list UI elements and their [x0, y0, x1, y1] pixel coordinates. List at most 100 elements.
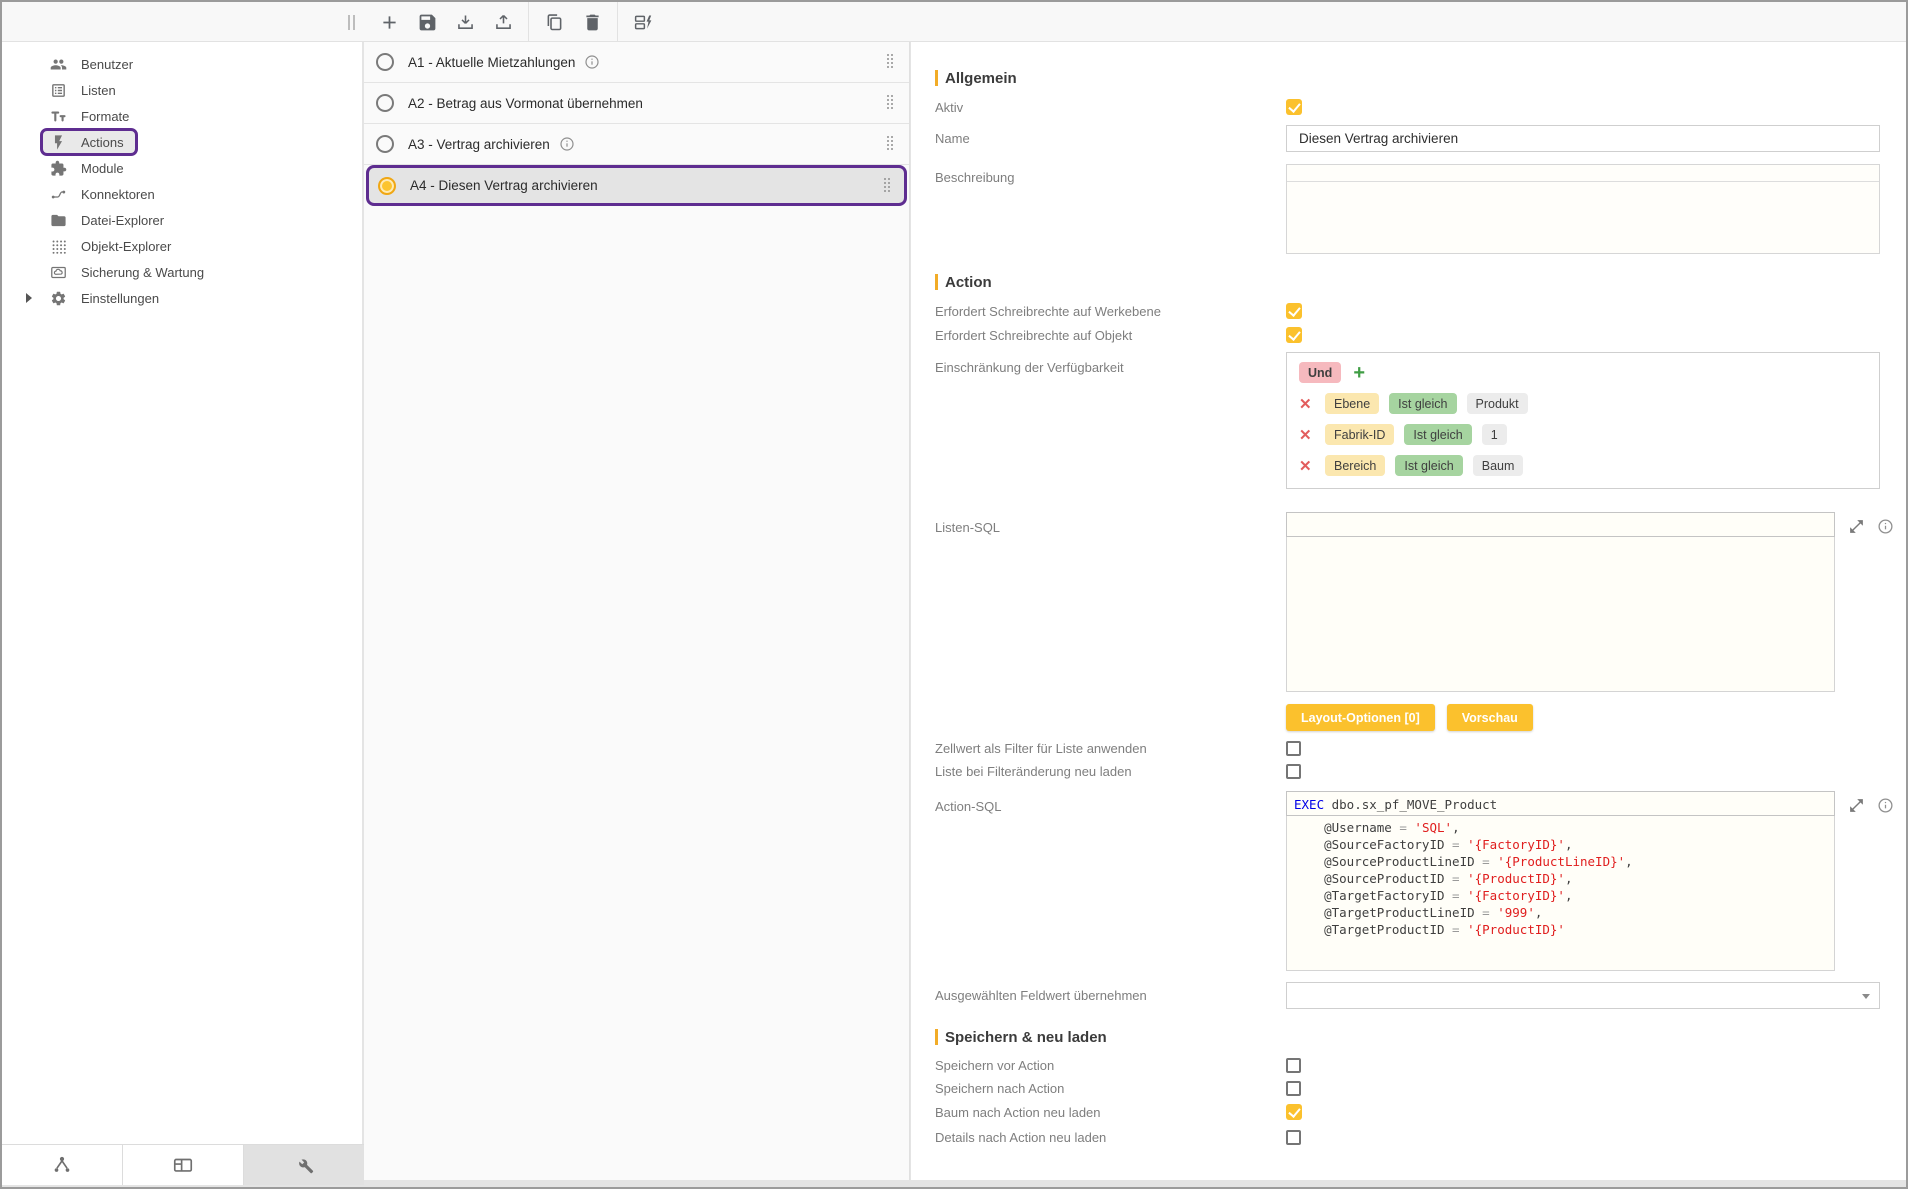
liste-neu-checkbox[interactable] [1286, 764, 1301, 779]
section-accent-bar [935, 1029, 938, 1045]
form-row-baum-neu-laden: Baum nach Action neu laden [935, 1104, 1880, 1120]
aktiv-checkbox[interactable] [1286, 99, 1302, 115]
remove-condition-icon[interactable]: ✕ [1299, 457, 1315, 475]
sidebar-item-sicherung[interactable]: Sicherung & Wartung [2, 259, 362, 285]
radio-button-selected[interactable] [378, 177, 396, 195]
zellwert-checkbox[interactable] [1286, 741, 1301, 756]
sidebar-item-listen[interactable]: Listen [2, 77, 362, 103]
form-row-speichern-vor: Speichern vor Action [935, 1058, 1880, 1073]
drag-handle[interactable] [884, 178, 892, 194]
action-list-row-a1[interactable]: A1 - Aktuelle Mietzahlungen [364, 42, 909, 83]
sidebar-item-formate[interactable]: Formate [2, 103, 362, 129]
save-button[interactable] [415, 10, 439, 34]
action-config-button[interactable] [631, 10, 655, 34]
info-icon[interactable] [584, 54, 600, 70]
form-row-werkebene: Erfordert Schreibrechte auf Werkebene [935, 303, 1880, 319]
expand-icon[interactable] [1848, 518, 1865, 535]
drag-handle[interactable] [887, 54, 895, 70]
form-row-feldwert: Ausgewählten Feldwert übernehmen [935, 982, 1880, 1009]
add-condition-icon[interactable]: + [1353, 363, 1365, 383]
condition-row: ✕ Fabrik-ID Ist gleich 1 [1299, 424, 1867, 445]
objekt-checkbox[interactable] [1286, 327, 1302, 343]
listen-sql-editor[interactable] [1286, 512, 1835, 692]
action-sql-editor[interactable]: EXEC dbo.sx_pf_MOVE_Product @Username = … [1286, 791, 1835, 971]
tab-panel-view[interactable] [123, 1145, 244, 1185]
radio-button[interactable] [376, 94, 394, 112]
speichern-vor-checkbox[interactable] [1286, 1058, 1301, 1073]
action-list-row-a3[interactable]: A3 - Vertrag archivieren [364, 124, 909, 165]
group-operator-chip[interactable]: Und [1299, 362, 1341, 383]
sidebar-item-label: Objekt-Explorer [81, 239, 171, 254]
app-window: Benutzer Listen Formate Actions Module K… [2, 2, 1906, 1187]
delete-button[interactable] [580, 10, 604, 34]
sidebar-item-konnektoren[interactable]: Konnektoren [2, 181, 362, 207]
section-accent-bar [935, 70, 938, 86]
sidebar-item-actions[interactable]: Actions [2, 129, 362, 155]
sidebar-item-label: Einstellungen [81, 291, 159, 306]
info-icon[interactable] [1877, 797, 1894, 814]
wrench-icon [293, 1154, 315, 1176]
condition-operator-chip[interactable]: Ist gleich [1395, 455, 1462, 476]
vorschau-button[interactable]: Vorschau [1447, 704, 1533, 731]
form-row-aktiv: Aktiv [935, 99, 1880, 115]
remove-condition-icon[interactable]: ✕ [1299, 395, 1315, 413]
condition-field-chip[interactable]: Bereich [1325, 455, 1385, 476]
sidebar-item-benutzer[interactable]: Benutzer [2, 51, 362, 77]
condition-row: ✕ Ebene Ist gleich Produkt [1299, 393, 1867, 414]
action-list-row-a4-selected[interactable]: A4 - Diesen Vertrag archivieren [366, 165, 907, 206]
action-config-icon [633, 12, 654, 33]
condition-value-chip[interactable]: 1 [1482, 424, 1507, 445]
action-title: A4 - Diesen Vertrag archivieren [410, 178, 598, 193]
condition-operator-chip[interactable]: Ist gleich [1404, 424, 1471, 445]
info-icon[interactable] [559, 136, 575, 152]
section-header-speichern: Speichern & neu laden [935, 1028, 1880, 1046]
baum-neu-laden-checkbox[interactable] [1286, 1104, 1302, 1120]
condition-field-chip[interactable]: Fabrik-ID [1325, 424, 1394, 445]
sidebar-item-datei-explorer[interactable]: Datei-Explorer [2, 207, 362, 233]
drag-handle[interactable] [887, 136, 895, 152]
layout-options-button[interactable]: Layout-Optionen [0] [1286, 704, 1435, 731]
details-neu-laden-checkbox[interactable] [1286, 1130, 1301, 1145]
name-input[interactable] [1286, 125, 1880, 152]
form-row-beschreibung: Beschreibung [935, 164, 1880, 254]
info-icon[interactable] [1877, 518, 1894, 535]
copy-button[interactable] [542, 10, 566, 34]
save-icon [417, 12, 438, 33]
expand-icon[interactable] [1848, 797, 1865, 814]
field-label: Erfordert Schreibrechte auf Werkebene [935, 304, 1286, 319]
tab-tree-view[interactable] [2, 1145, 123, 1185]
condition-field-chip[interactable]: Ebene [1325, 393, 1379, 414]
condition-operator-chip[interactable]: Ist gleich [1389, 393, 1456, 414]
panel-resize-handle[interactable] [348, 15, 358, 30]
beschreibung-textarea[interactable] [1286, 164, 1880, 254]
sidebar-item-einstellungen[interactable]: Einstellungen [2, 285, 362, 311]
drag-handle[interactable] [887, 95, 895, 111]
add-button[interactable] [377, 10, 401, 34]
expand-caret-icon[interactable] [26, 293, 32, 303]
section-title: Speichern & neu laden [945, 1029, 1107, 1046]
field-label: Speichern nach Action [935, 1081, 1286, 1096]
remove-condition-icon[interactable]: ✕ [1299, 426, 1315, 444]
sidebar-item-objekt-explorer[interactable]: Objekt-Explorer [2, 233, 362, 259]
section-title: Allgemein [945, 70, 1017, 87]
action-list-row-a2[interactable]: A2 - Betrag aus Vormonat übernehmen [364, 83, 909, 124]
import-button[interactable] [453, 10, 477, 34]
section-header-action: Action [935, 273, 1880, 291]
condition-value-chip[interactable]: Baum [1473, 455, 1524, 476]
download-icon [455, 12, 476, 33]
condition-value-chip[interactable]: Produkt [1467, 393, 1528, 414]
form-row-einschraenkung: Einschränkung der Verfügbarkeit Und + ✕ … [935, 352, 1880, 489]
feldwert-select[interactable] [1286, 982, 1880, 1009]
sidebar-item-module[interactable]: Module [2, 155, 362, 181]
field-label: Beschreibung [935, 164, 1286, 185]
tab-settings-view[interactable] [244, 1145, 364, 1185]
speichern-nach-checkbox[interactable] [1286, 1081, 1301, 1096]
radio-button[interactable] [376, 135, 394, 153]
section-header-allgemein: Allgemein [935, 69, 1880, 87]
werkebene-checkbox[interactable] [1286, 303, 1302, 319]
action-list-panel: A1 - Aktuelle Mietzahlungen A2 - Betrag … [364, 42, 910, 1180]
radio-button[interactable] [376, 53, 394, 71]
delete-icon [582, 12, 603, 33]
form-row-action-sql: Action-SQL EXEC dbo.sx_pf_MOVE_Product @… [935, 791, 1880, 971]
export-button[interactable] [491, 10, 515, 34]
